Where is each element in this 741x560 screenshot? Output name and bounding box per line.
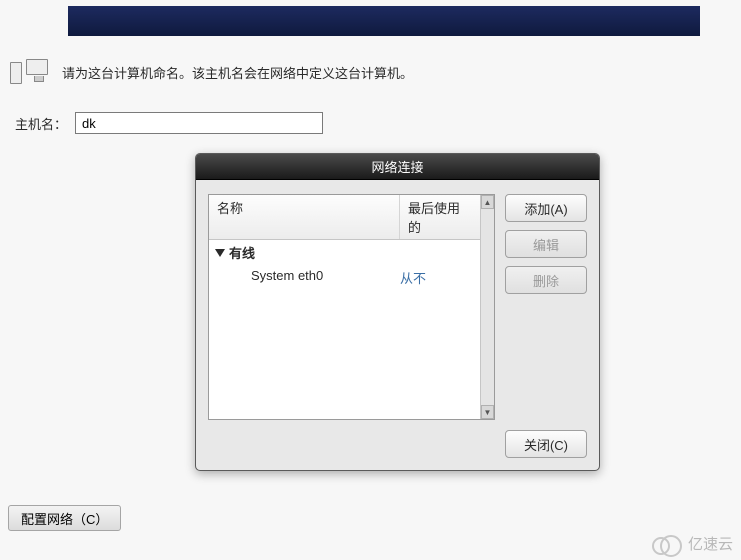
chevron-down-icon bbox=[215, 249, 225, 257]
network-dialog: 网络连接 名称 最后使用的 有线 System eth0 从不 bbox=[195, 153, 600, 471]
list-header: 名称 最后使用的 bbox=[209, 195, 480, 240]
group-wired[interactable]: 有线 bbox=[209, 240, 480, 265]
watermark-text: 亿速云 bbox=[688, 533, 733, 554]
scroll-down-icon[interactable]: ▼ bbox=[481, 405, 494, 419]
computer-icon bbox=[10, 58, 52, 86]
close-button[interactable]: 关闭(C) bbox=[505, 430, 587, 458]
watermark: 亿速云 bbox=[652, 533, 733, 554]
dialog-titlebar[interactable]: 网络连接 bbox=[196, 154, 599, 180]
top-banner bbox=[68, 6, 700, 36]
dialog-title: 网络连接 bbox=[371, 160, 423, 175]
conn-name: System eth0 bbox=[251, 268, 400, 287]
scroll-up-icon[interactable]: ▲ bbox=[481, 195, 494, 209]
configure-network-button[interactable]: 配置网络（C） bbox=[8, 505, 121, 531]
delete-button[interactable]: 删除 bbox=[505, 266, 587, 294]
edit-button[interactable]: 编辑 bbox=[505, 230, 587, 258]
col-header-name[interactable]: 名称 bbox=[209, 195, 400, 239]
hostname-label: 主机名： bbox=[15, 114, 67, 133]
conn-lastused: 从不 bbox=[400, 268, 474, 287]
col-header-lastused[interactable]: 最后使用的 bbox=[400, 195, 480, 239]
hostname-row: 主机名： bbox=[15, 112, 323, 134]
connection-list: 名称 最后使用的 有线 System eth0 从不 ▲ ▼ bbox=[208, 194, 495, 420]
instruction-row: 请为这台计算机命名。该主机名会在网络中定义这台计算机。 bbox=[10, 58, 413, 86]
list-item[interactable]: System eth0 从不 bbox=[209, 265, 480, 290]
scrollbar[interactable]: ▲ ▼ bbox=[480, 195, 494, 419]
group-label: 有线 bbox=[229, 243, 255, 262]
add-button[interactable]: 添加(A) bbox=[505, 194, 587, 222]
hostname-input[interactable] bbox=[75, 112, 323, 134]
instruction-text: 请为这台计算机命名。该主机名会在网络中定义这台计算机。 bbox=[62, 63, 413, 82]
scroll-track[interactable] bbox=[481, 209, 494, 405]
cloud-icon bbox=[652, 535, 682, 553]
